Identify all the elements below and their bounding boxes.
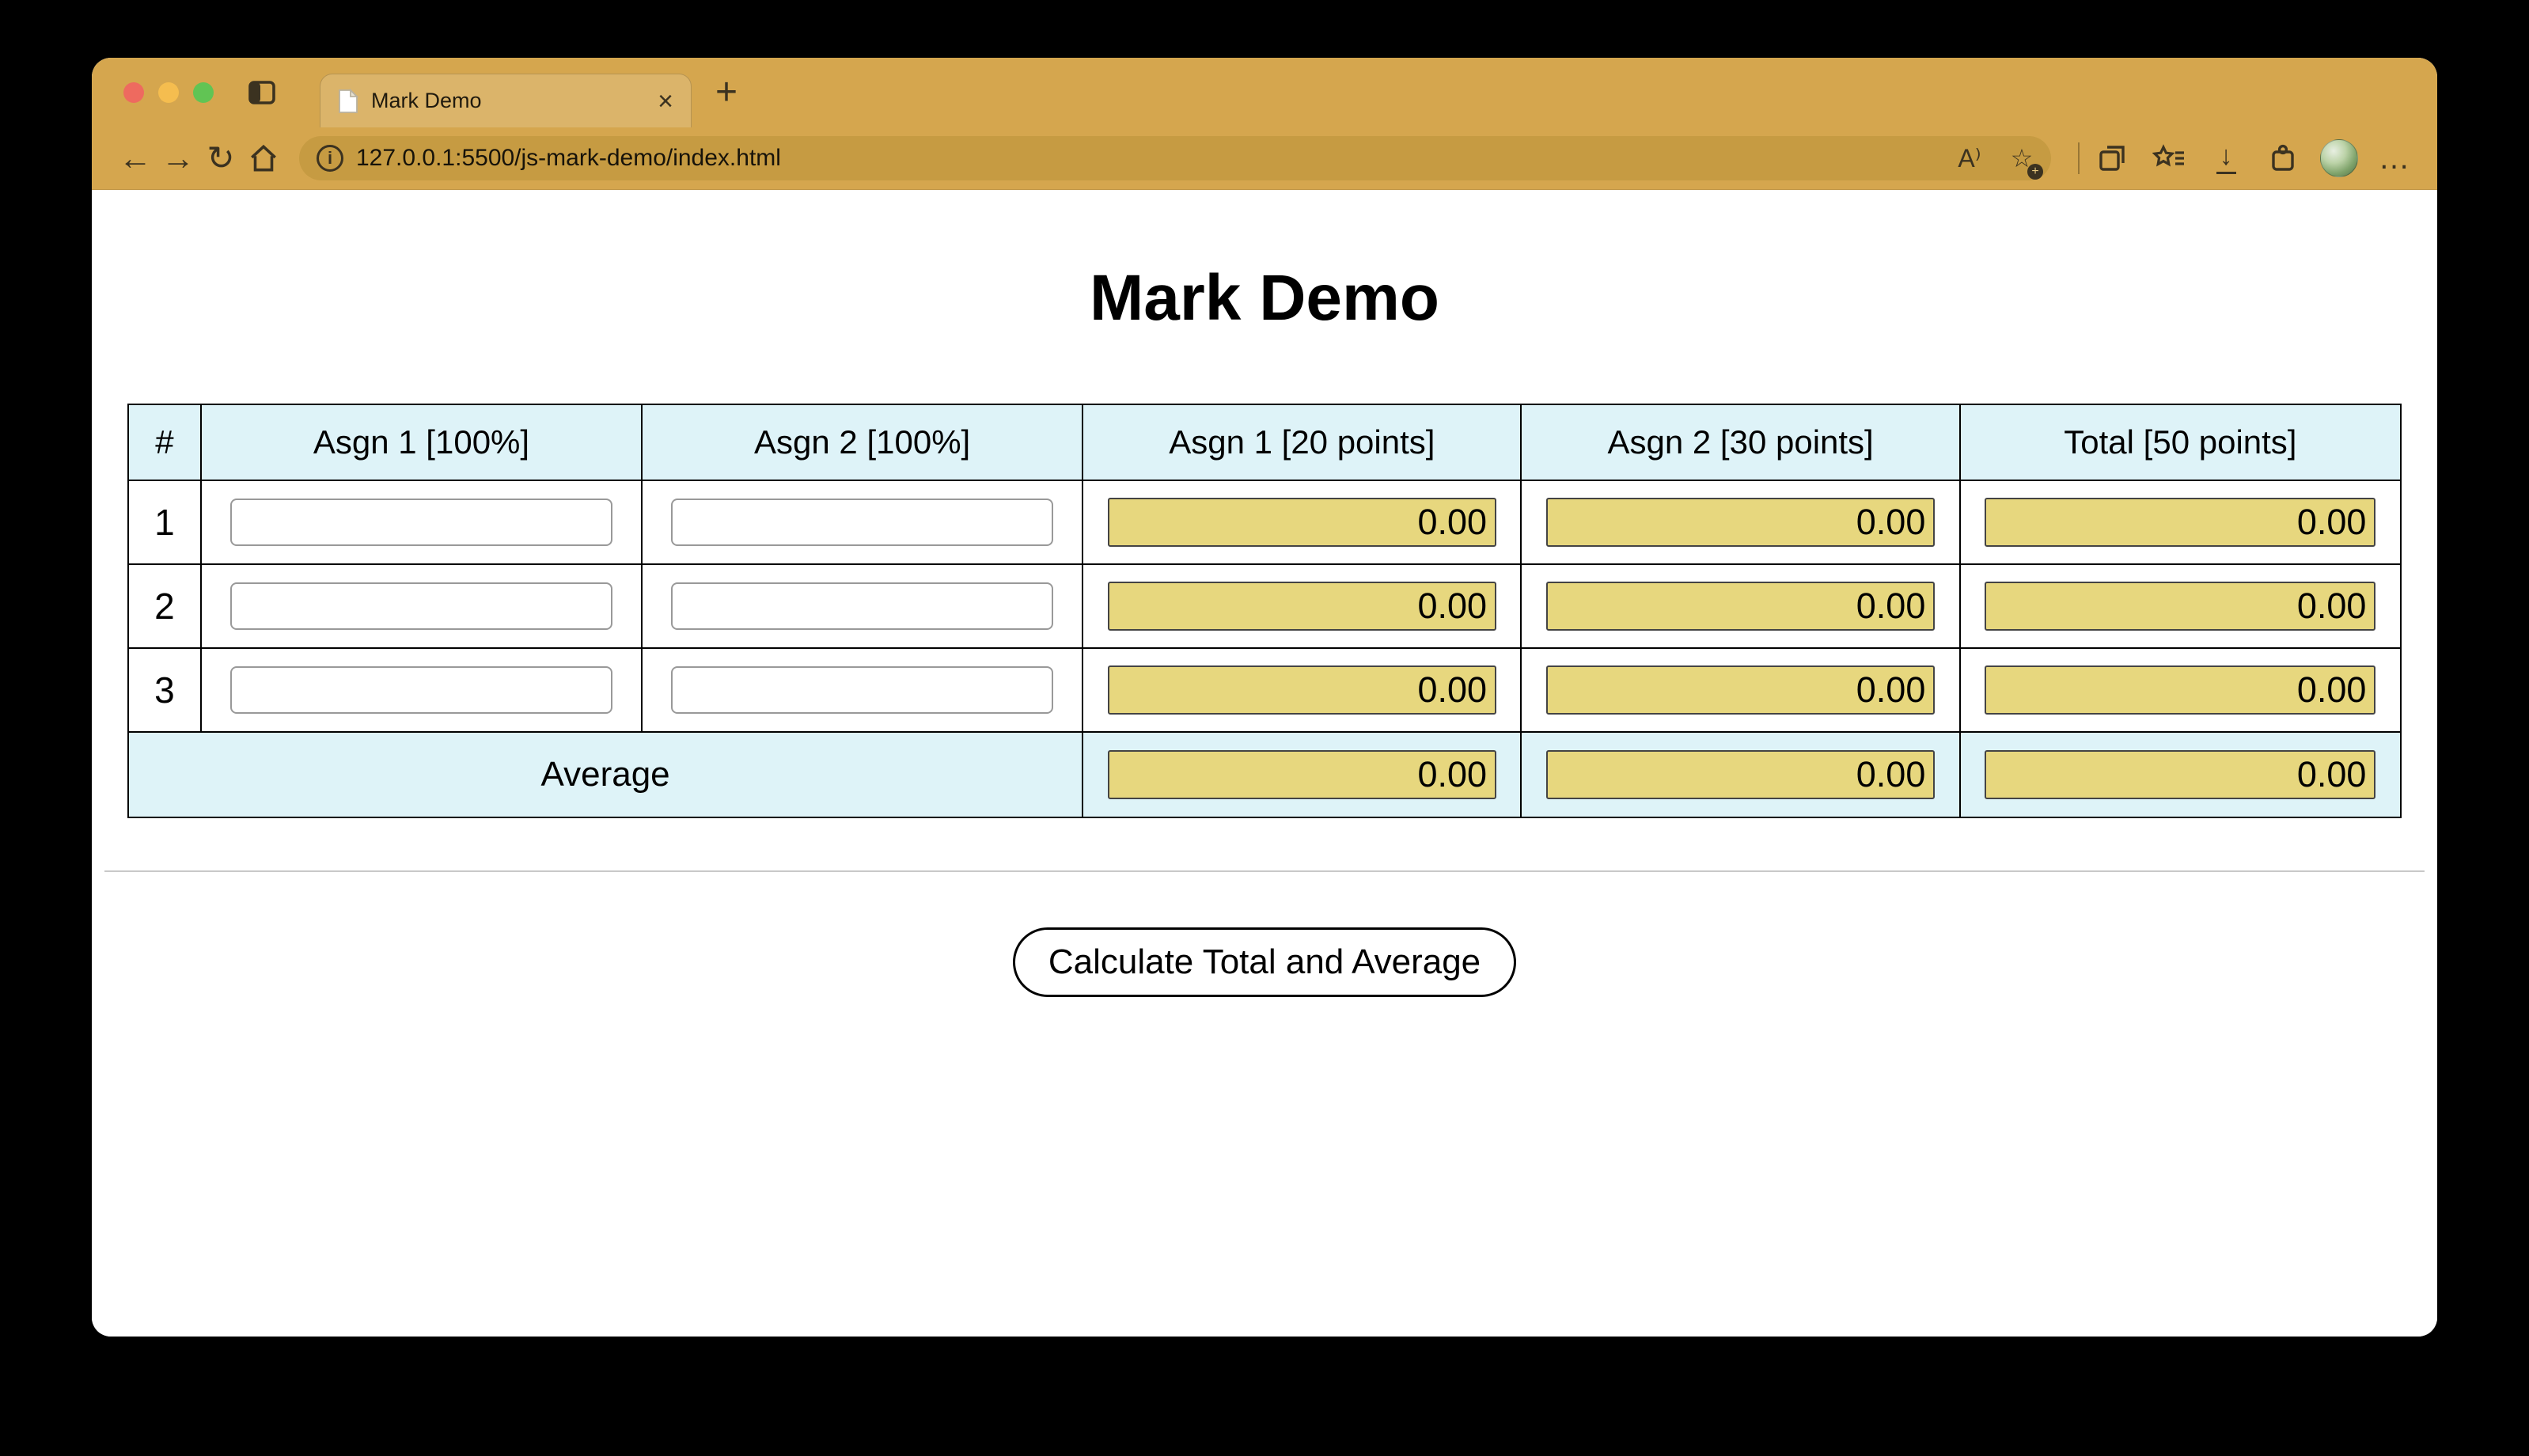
row-number: 1 <box>127 480 202 565</box>
asgn2-points-output[interactable] <box>1545 665 1936 715</box>
asgn1-points-output[interactable] <box>1107 582 1497 631</box>
asgn2-input[interactable] <box>671 666 1054 714</box>
average-label: Average <box>127 731 1084 818</box>
favorites-icon <box>2152 142 2186 174</box>
home-icon <box>247 142 280 175</box>
button-row: Calculate Total and Average <box>92 927 2437 997</box>
address-bar[interactable]: i 127.0.0.1:5500/js-mark-demo/index.html… <box>299 136 2051 180</box>
browser-toolbar: ← → ↻ i 127.0.0.1:5500/js-mark-demo/inde… <box>92 127 2437 190</box>
ellipsis-icon: … <box>2378 141 2413 176</box>
column-header-asgn1-pct: Asgn 1 [100%] <box>199 404 643 481</box>
total-output[interactable] <box>1985 498 2376 547</box>
extensions-button[interactable] <box>2263 138 2303 178</box>
new-tab-button[interactable]: + <box>715 74 737 112</box>
asgn2-points-output[interactable] <box>1545 498 1936 547</box>
page-title: Mark Demo <box>1089 262 1440 334</box>
read-aloud-button[interactable]: A⁾ <box>1950 138 1989 178</box>
asgn1-input[interactable] <box>229 499 612 546</box>
info-letter: i <box>327 148 333 168</box>
total-output[interactable] <box>1985 665 2376 715</box>
marks-table: # Asgn 1 [100%] Asgn 2 [100%] Asgn 1 [20… <box>127 404 2402 818</box>
row-number: 3 <box>127 647 202 733</box>
window-minimize-button[interactable] <box>158 82 179 103</box>
add-favorite-button[interactable]: ☆ + <box>2002 138 2043 180</box>
forward-button[interactable]: → <box>157 137 199 180</box>
profile-avatar[interactable] <box>2320 139 2358 177</box>
column-header-num: # <box>127 404 202 481</box>
asgn1-input[interactable] <box>229 666 612 714</box>
back-icon: ← <box>119 139 152 176</box>
total-output[interactable] <box>1985 582 2376 631</box>
column-header-asgn1-points: Asgn 1 [20 points] <box>1082 404 1522 481</box>
read-aloud-icon: A⁾ <box>1958 144 1981 173</box>
tab-bar: Mark Demo × + <box>92 58 2437 127</box>
table-row: 1 <box>127 480 2402 565</box>
table-row: 2 <box>127 563 2402 649</box>
column-header-asgn2-pct: Asgn 2 [100%] <box>641 404 1084 481</box>
url-text: 127.0.0.1:5500/js-mark-demo/index.html <box>356 145 781 171</box>
section-divider <box>104 870 2425 872</box>
browser-tab[interactable]: Mark Demo × <box>320 74 692 127</box>
calculate-button[interactable]: Calculate Total and Average <box>1012 927 1517 997</box>
tab-title: Mark Demo <box>371 89 482 112</box>
asgn2-input[interactable] <box>671 499 1054 546</box>
asgn1-points-output[interactable] <box>1107 665 1497 715</box>
column-header-asgn2-points: Asgn 2 [30 points] <box>1520 404 1961 481</box>
asgn2-average-output[interactable] <box>1545 750 1936 799</box>
page-favicon-icon <box>338 88 358 114</box>
asgn1-points-output[interactable] <box>1107 498 1497 547</box>
favorites-button[interactable] <box>2149 138 2189 178</box>
asgn1-input[interactable] <box>229 582 612 630</box>
tab-close-button[interactable]: × <box>658 88 673 115</box>
window-zoom-button[interactable] <box>193 82 214 103</box>
window-close-button[interactable] <box>123 82 144 103</box>
table-row: 3 <box>127 647 2402 733</box>
total-average-output[interactable] <box>1985 750 2376 799</box>
row-number: 2 <box>127 563 202 649</box>
column-header-total: Total [50 points] <box>1958 404 2402 481</box>
extensions-icon <box>2267 142 2299 174</box>
collections-icon <box>2096 142 2128 174</box>
favorite-badge-icon: + <box>2027 164 2043 180</box>
asgn2-input[interactable] <box>671 582 1054 630</box>
asgn1-average-output[interactable] <box>1107 750 1497 799</box>
traffic-lights <box>92 82 214 103</box>
close-icon: × <box>658 85 673 116</box>
site-info-icon[interactable]: i <box>317 145 343 172</box>
toolbar-right-icons: ↓ … <box>2092 138 2415 178</box>
average-row: Average <box>127 731 2402 818</box>
page-content: Mark Demo # Asgn 1 [100%] Asgn 2 [100%] … <box>92 190 2437 1337</box>
reload-icon: ↻ <box>207 139 235 176</box>
collections-button[interactable] <box>2092 138 2132 178</box>
tab-actions-button[interactable] <box>248 81 275 104</box>
back-button[interactable]: ← <box>114 137 157 180</box>
sidebar-icon <box>248 81 275 104</box>
toolbar-divider <box>2078 142 2080 174</box>
header-row: # Asgn 1 [100%] Asgn 2 [100%] Asgn 1 [20… <box>127 404 2402 481</box>
settings-menu-button[interactable]: … <box>2375 138 2415 178</box>
asgn2-points-output[interactable] <box>1545 582 1936 631</box>
plus-icon: + <box>715 71 738 113</box>
home-button[interactable] <box>242 137 285 180</box>
download-icon: ↓ <box>2216 142 2236 174</box>
forward-icon: → <box>161 139 195 176</box>
desktop-background: Mark Demo × + ← → ↻ i 127.0.0.1:5500/js-… <box>0 0 2529 1456</box>
reload-button[interactable]: ↻ <box>199 137 242 180</box>
browser-window: Mark Demo × + ← → ↻ i 127.0.0.1:5500/js-… <box>92 58 2437 1337</box>
downloads-button[interactable]: ↓ <box>2206 138 2246 178</box>
